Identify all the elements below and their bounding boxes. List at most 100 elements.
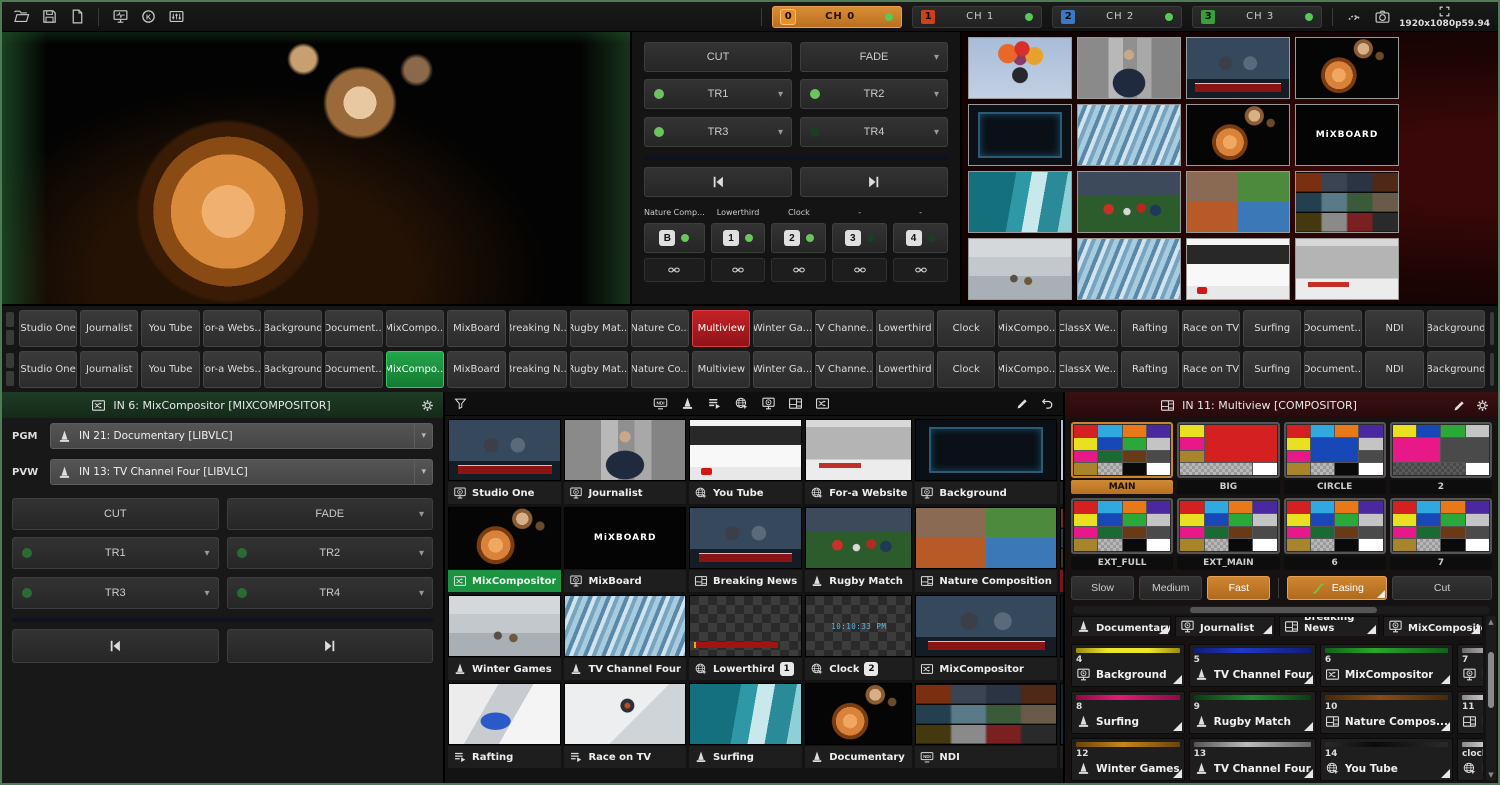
filter-multiview-icon[interactable] (788, 396, 803, 411)
source-tile[interactable]: You Tube (689, 419, 802, 504)
layout-preset[interactable]: CIRCLE (1284, 422, 1386, 494)
pvw-source-dropdown[interactable]: IN 13: TV Channel Four [LIBVLC] ▾ (50, 459, 433, 485)
edit-pencil-icon[interactable] (1015, 396, 1030, 411)
source-tile[interactable]: Nature Composition (915, 507, 1056, 592)
pgm-source-button[interactable]: Document... (1304, 310, 1362, 347)
scrollbar-thumb[interactable] (1488, 652, 1494, 708)
bus-link-button[interactable] (832, 258, 887, 282)
compositor-input-item-partial[interactable]: Journalist (1175, 616, 1275, 636)
source-tile[interactable]: Breaking News (689, 507, 802, 592)
pgm-source-button[interactable]: Clock (937, 310, 995, 347)
pvw-source-button[interactable]: Surfing (1243, 351, 1301, 388)
speed-medium-button[interactable]: Medium (1139, 576, 1202, 600)
pvw-source-button[interactable]: NDI (1365, 351, 1423, 388)
pgm-source-button[interactable]: Surfing (1243, 310, 1301, 347)
multiview-source-cell[interactable]: MiXBOARD (1295, 104, 1399, 166)
pvw-source-button[interactable]: Nature Co... (631, 351, 689, 388)
cut-button[interactable]: CUT (644, 42, 792, 72)
bus-key-button[interactable]: 2 (771, 223, 826, 253)
filter-funnel-icon[interactable] (453, 396, 468, 411)
compositor-input-item[interactable]: 12 Winter Games (1071, 738, 1185, 781)
compositor-input-item[interactable]: 6 MixCompositor (1320, 644, 1453, 687)
scroll-down-arrow[interactable]: ▼ (1488, 771, 1493, 779)
tr-transition-button[interactable]: TR2 ▾ (800, 79, 948, 109)
easing-mode-button[interactable]: Easing (1287, 576, 1387, 600)
pvw-source-button[interactable]: Document... (325, 351, 383, 388)
bus-key-button[interactable]: 1 (711, 223, 766, 253)
compositor-input-item[interactable]: clock For-a Website (1457, 738, 1483, 781)
bus-link-button[interactable] (644, 258, 705, 282)
pgm-source-button[interactable]: Background (1427, 310, 1485, 347)
layout-preset[interactable]: EXT_MAIN (1177, 498, 1279, 570)
speed-slow-button[interactable]: Slow (1071, 576, 1134, 600)
compositor-input-item[interactable]: 14 You Tube (1320, 738, 1453, 781)
filter-compositor-icon[interactable] (815, 396, 830, 411)
pvw-source-button[interactable]: Rafting (1121, 351, 1179, 388)
pgm-source-button[interactable]: Nature Co... (631, 310, 689, 347)
pgm-source-button[interactable]: MixBoard (447, 310, 505, 347)
cut-button[interactable]: CUT (12, 498, 219, 530)
pgm-source-button[interactable]: TV Channe... (815, 310, 873, 347)
pvw-source-button[interactable]: Studio One (19, 351, 77, 388)
fullscreen-icon[interactable] (1438, 5, 1451, 18)
source-tile[interactable]: 10:10:33 PM Clock 2 (805, 595, 912, 680)
pvw-source-button[interactable]: Winter Ga... (753, 351, 811, 388)
pgm-source-button[interactable]: Race on TV (1182, 310, 1240, 347)
pgm-source-button[interactable]: Multiview (692, 310, 750, 347)
compositor-input-item[interactable]: 9 Rugby Match (1189, 691, 1316, 734)
source-tile[interactable]: Background (915, 419, 1056, 504)
compositor-input-item[interactable]: 11 Multiview (1457, 691, 1483, 734)
multiview-source-cell[interactable] (1295, 171, 1399, 233)
tr-transition-button[interactable]: TR4 ▾ (227, 577, 434, 609)
source-tile[interactable]: Studio One (448, 419, 561, 504)
pgm-source-button[interactable]: ClassX We... (1059, 310, 1117, 347)
pvw-source-button[interactable]: Clock (937, 351, 995, 388)
multiview-source-cell[interactable] (1186, 104, 1290, 166)
source-tile[interactable]: MiXBOARD MixBoard (564, 507, 686, 592)
channel-button[interactable]: 1 CH 1 (912, 6, 1042, 28)
row-scroll-indicator[interactable] (4, 351, 16, 388)
new-project-icon[interactable] (66, 6, 88, 28)
tr-transition-button[interactable]: TR3 ▾ (644, 117, 792, 147)
source-tile[interactable]: NDI (915, 683, 1056, 768)
bus-link-button[interactable] (771, 258, 826, 282)
pgm-source-button[interactable]: Studio One (19, 310, 77, 347)
multiview-source-cell[interactable] (1186, 37, 1290, 99)
tr-transition-button[interactable]: TR2 ▾ (227, 537, 434, 569)
pvw-source-button[interactable]: Multiview (692, 351, 750, 388)
pvw-source-button[interactable]: Background (264, 351, 322, 388)
source-tile[interactable]: Winter Games (448, 595, 561, 680)
filter-vlc-icon[interactable] (680, 396, 695, 411)
pvw-source-button[interactable]: For-a Webs... (203, 351, 261, 388)
tr-transition-button[interactable]: TR4 ▾ (800, 117, 948, 147)
tr-transition-button[interactable]: TR1 ▾ (12, 537, 219, 569)
compositor-input-item-partial[interactable]: Breaking News (1279, 616, 1379, 636)
layout-preset[interactable]: BIG (1177, 422, 1279, 494)
source-tile[interactable]: MULTI CAMERA ClassX Website (1060, 595, 1063, 680)
row-scroll-indicator[interactable] (1488, 310, 1496, 347)
skip-to-end-button[interactable] (227, 629, 434, 663)
channel-button[interactable]: 3 CH 3 (1192, 6, 1322, 28)
screenshot-camera-icon[interactable] (1371, 6, 1393, 28)
compositor-input-item-partial[interactable]: Documentary (1071, 616, 1171, 636)
source-tile[interactable]: MixCompositor (448, 507, 561, 592)
compositor-input-item-partial[interactable]: MixCompositor (1383, 616, 1483, 636)
source-tile[interactable]: Documentary (1060, 419, 1063, 504)
settings-k-icon[interactable] (137, 6, 159, 28)
source-tile[interactable]: Background (1060, 683, 1063, 768)
open-project-icon[interactable] (10, 6, 32, 28)
source-tile[interactable]: Surfing (689, 683, 802, 768)
vertical-scrollbar[interactable]: ▲▼ (1486, 616, 1496, 781)
multiview-source-cell[interactable] (968, 104, 1072, 166)
pgm-source-button[interactable]: Winter Ga... (753, 310, 811, 347)
source-tile[interactable]: MixCompositor (915, 595, 1056, 680)
undo-icon[interactable] (1040, 396, 1055, 411)
pvw-source-button[interactable]: ClassX We... (1059, 351, 1117, 388)
layout-preset[interactable]: 7 (1390, 498, 1492, 570)
fade-button[interactable]: FADE▾ (800, 42, 948, 72)
audio-mixer-icon[interactable] (165, 6, 187, 28)
skip-to-end-button[interactable] (800, 167, 948, 197)
channel-button[interactable]: 0 CH 0 (772, 6, 902, 28)
pvw-source-button[interactable]: Breaking N... (509, 351, 567, 388)
filter-ndi-icon[interactable] (653, 396, 668, 411)
